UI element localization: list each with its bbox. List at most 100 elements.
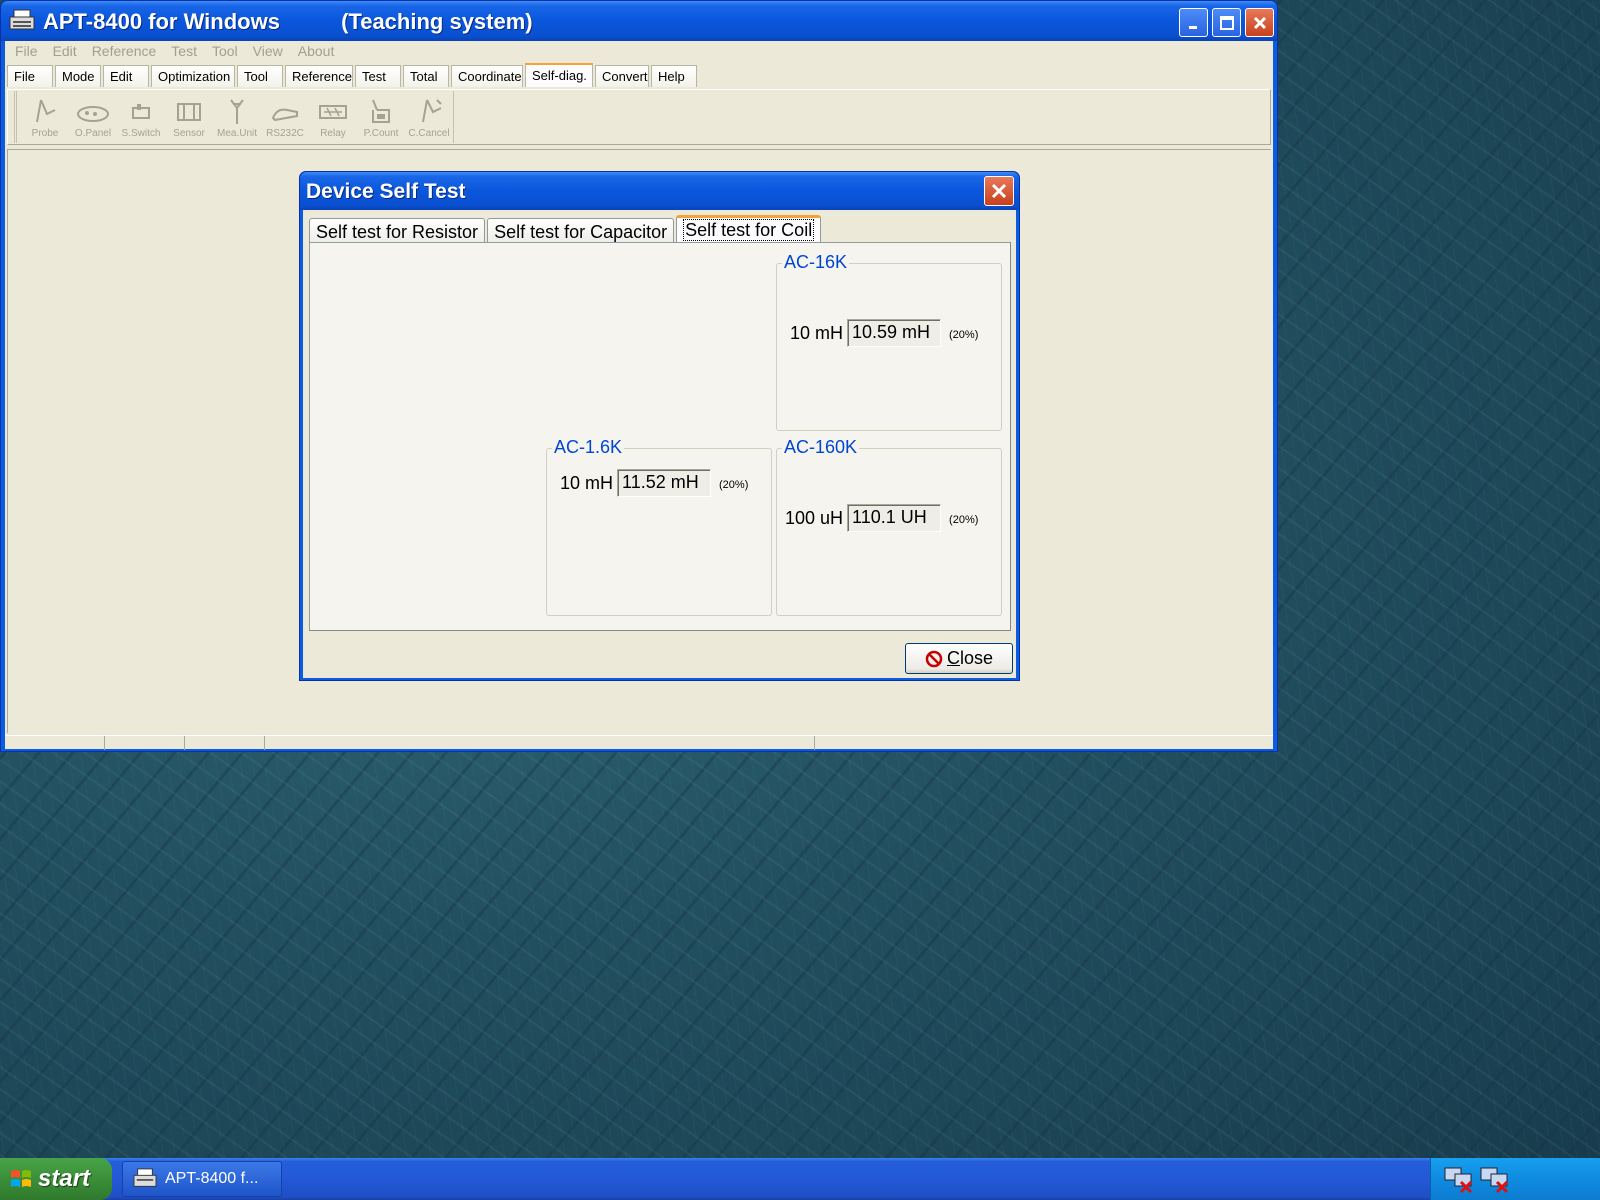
group-ac-1-6k: AC-1.6K 10 mH 11.52 mH (20%) — [546, 437, 772, 616]
maximize-icon — [1219, 15, 1234, 30]
probe-icon — [36, 99, 56, 123]
dialog-titlebar[interactable]: Device Self Test — [300, 172, 1019, 210]
tool-label: Relay — [320, 128, 346, 139]
network-disconnected-icon[interactable] — [1479, 1164, 1511, 1194]
windows-logo-icon — [11, 1170, 31, 1187]
sensor-icon — [177, 103, 201, 121]
no-entry-icon — [925, 650, 943, 667]
minimize-button[interactable] — [1179, 8, 1208, 37]
ribbon-tabs: File Mode Edit Optimization Tool Referen… — [7, 63, 699, 87]
tab-edit[interactable]: Edit — [103, 65, 149, 87]
menu-reference[interactable]: Reference — [88, 41, 164, 63]
dialog-tabs: Self test for Resistor Self test for Cap… — [309, 215, 823, 245]
measured-value-field: 110.1 UH — [847, 504, 942, 532]
tab-self-diag[interactable]: Self-diag. — [525, 63, 593, 87]
group-ac-16k: AC-16K 10 mH 10.59 mH (20%) — [776, 252, 1002, 431]
group-title: AC-160K — [782, 437, 860, 458]
toolbar: Probe O.Panel S.Switch Sensor Mea.Unit R… — [7, 89, 1271, 145]
coil-tab-panel: AC-16K 10 mH 10.59 mH (20%) AC-1.6K 10 m… — [309, 242, 1011, 631]
relay-icon — [319, 105, 347, 119]
tool-sensor[interactable]: Sensor — [165, 91, 213, 143]
dialog-body: Self test for Resistor Self test for Cap… — [303, 210, 1016, 678]
group-title: AC-16K — [782, 252, 850, 273]
tab-test[interactable]: Test — [355, 65, 401, 87]
measure-unit-icon — [230, 99, 244, 124]
tab-reference[interactable]: Reference — [285, 65, 353, 87]
tool-relay[interactable]: Relay — [309, 91, 357, 143]
nominal-value: 100 uH — [785, 507, 844, 528]
close-icon — [991, 183, 1007, 199]
close-window-button[interactable] — [1245, 8, 1274, 37]
tool-label: Mea.Unit — [216, 128, 257, 139]
tool-o-panel[interactable]: O.Panel — [69, 91, 117, 143]
status-pane — [265, 736, 815, 750]
tab-tool[interactable]: Tool — [237, 65, 283, 87]
tool-s-switch[interactable]: S.Switch — [117, 91, 165, 143]
maximize-button[interactable] — [1212, 8, 1241, 37]
start-label: start — [38, 1165, 91, 1192]
menu-tool[interactable]: Tool — [208, 41, 245, 63]
printer-icon — [9, 9, 35, 30]
taskbar-app-label: APT-8400 f... — [165, 1170, 259, 1187]
measured-value-field: 10.59 mH — [847, 319, 942, 347]
measurement-row: 100 uH 110.1 UH (20%) — [785, 504, 978, 532]
dialog-close-button[interactable] — [984, 176, 1014, 206]
tab-help[interactable]: Help — [651, 65, 697, 87]
tool-mea-unit[interactable]: Mea.Unit — [213, 91, 261, 143]
tool-rs232c[interactable]: RS232C — [261, 91, 309, 143]
menu-about[interactable]: About — [294, 41, 342, 63]
tab-label: Self test for Capacitor — [494, 222, 668, 242]
tolerance-label: (20%) — [949, 514, 979, 526]
menu-view[interactable]: View — [249, 41, 290, 63]
close-mnemonic: C — [946, 648, 960, 668]
panel-icon — [77, 106, 109, 122]
tool-label: RS232C — [266, 128, 304, 139]
tab-mode[interactable]: Mode — [55, 65, 101, 87]
main-titlebar[interactable]: APT-8400 for Windows (Teaching system) — [1, 1, 1277, 41]
measurement-row: 10 mH 11.52 mH (20%) — [560, 469, 748, 497]
menu-test[interactable]: Test — [167, 41, 204, 63]
tab-total[interactable]: Total — [403, 65, 449, 87]
tab-convert[interactable]: Convert — [595, 65, 649, 87]
taskbar-app-button[interactable]: APT-8400 f... — [122, 1161, 282, 1197]
minimize-icon — [1188, 25, 1197, 29]
press-counter-icon — [372, 99, 390, 123]
tab-label: Self test for Resistor — [316, 222, 479, 242]
tab-coil[interactable]: Self test for Coil — [676, 215, 822, 245]
close-label-rest: lose — [959, 648, 994, 668]
tool-p-count[interactable]: P.Count — [357, 91, 405, 143]
tab-optimization[interactable]: Optimization — [151, 65, 235, 87]
close-button[interactable]: Close — [905, 643, 1013, 674]
status-pane — [185, 736, 265, 750]
tab-capacitor[interactable]: Self test for Capacitor — [487, 218, 675, 245]
start-button[interactable]: start — [0, 1158, 112, 1200]
tab-resistor[interactable]: Self test for Resistor — [309, 218, 486, 245]
measurement-row: 10 mH 10.59 mH (20%) — [790, 319, 978, 347]
close-icon — [1253, 16, 1266, 29]
tool-label: P.Count — [363, 128, 399, 139]
printer-icon — [133, 1168, 157, 1187]
tab-label: Self test for Coil — [683, 219, 815, 241]
tool-label: S.Switch — [121, 128, 161, 139]
menu-bar: File Edit Reference Test Tool View About — [5, 41, 1273, 63]
menu-file[interactable]: File — [11, 41, 45, 63]
serial-port-icon — [271, 108, 298, 122]
tool-label: Probe — [31, 128, 59, 139]
group-ac-160k: AC-160K 100 uH 110.1 UH (20%) — [776, 437, 1002, 616]
switch-icon — [132, 104, 150, 119]
menu-edit[interactable]: Edit — [49, 41, 84, 63]
tool-label: O.Panel — [74, 128, 112, 139]
tab-coordinate[interactable]: Coordinate — [451, 65, 523, 87]
taskbar: start APT-8400 f... — [0, 1158, 1600, 1200]
dialog-title: Device Self Test — [306, 180, 466, 203]
group-title: AC-1.6K — [552, 437, 625, 458]
nominal-value: 10 mH — [560, 472, 614, 493]
status-bar — [5, 735, 1273, 750]
measured-value-field: 11.52 mH — [617, 469, 712, 497]
network-disconnected-icon[interactable] — [1443, 1164, 1475, 1194]
tool-probe[interactable]: Probe — [21, 91, 69, 143]
tool-c-cancel[interactable]: C.Cancel — [405, 91, 453, 143]
status-pane — [105, 736, 185, 750]
window-title: APT-8400 for Windows (Teaching system) — [43, 9, 533, 34]
tab-file[interactable]: File — [7, 65, 53, 87]
